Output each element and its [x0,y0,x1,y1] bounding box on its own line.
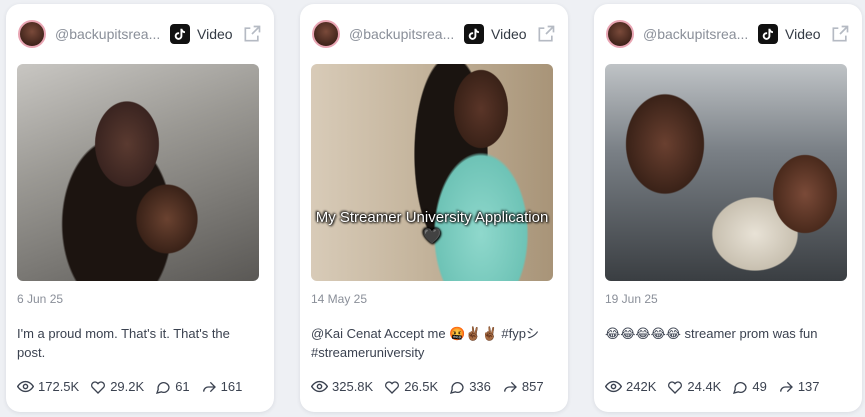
post-caption: I'm a proud mom. That's it. That's the p… [17,326,230,360]
tiktok-icon [758,24,778,44]
comment-icon [156,381,170,394]
comment-icon [733,381,748,394]
views-count: 172.5K [38,379,80,394]
creator-handle[interactable]: @backupitsrea... [55,26,161,42]
heart-icon [385,380,400,394]
comments-stat: 336 [449,379,491,395]
likes-count: 26.5K [404,379,439,394]
post-caption: 😂😂😂😂😂 streamer prom was fun [605,326,818,341]
post-date: 14 May 25 [311,292,368,306]
post-stats: 172.5K 29.2K 61 161 [17,378,253,395]
card-header: @backupitsrea... Video [606,18,850,50]
comments-count: 49 [752,379,767,394]
external-link-icon[interactable] [242,24,262,44]
avatar[interactable] [312,20,340,48]
post-stats: 325.8K 26.5K 336 857 [311,378,555,395]
shares-stat: 161 [201,379,243,395]
video-overlay-text: My Streamer University Application 🖤 [315,209,549,245]
views-stat: 172.5K [17,378,79,395]
post-card[interactable]: @backupitsrea... Video 19 Jun 25 😂😂😂😂😂 s… [594,4,862,412]
external-link-icon[interactable] [830,24,850,44]
post-stats: 242K 24.4K 49 137 [605,378,831,395]
shares-count: 857 [521,379,544,394]
platform-label: Video [491,26,527,42]
platform-label: Video [785,26,821,42]
views-stat: 325.8K [311,378,373,395]
heart-icon [91,380,106,394]
comment-icon [450,381,464,394]
tiktok-icon [170,24,190,44]
views-count: 242K [626,379,657,394]
avatar[interactable] [606,20,634,48]
post-date: 19 Jun 25 [605,292,658,306]
video-thumbnail[interactable]: My Streamer University Application 🖤 [311,64,553,281]
video-thumbnail[interactable] [17,64,259,281]
comments-count: 61 [175,379,190,394]
post-caption: @Kai Cenat Accept me 🤬✌🏾✌🏾 #fypシ #stream… [311,326,539,360]
views-stat: 242K [605,378,656,395]
shares-stat: 137 [778,379,820,395]
comments-count: 336 [469,379,491,394]
platform-label: Video [197,26,233,42]
shares-stat: 857 [502,379,544,395]
shares-count: 161 [220,379,243,394]
post-card[interactable]: @backupitsrea... Video 6 Jun 25 I'm a pr… [6,4,274,412]
avatar[interactable] [18,20,46,48]
likes-count: 24.4K [687,379,722,394]
likes-stat: 24.4K [667,379,721,395]
share-icon [779,381,793,392]
likes-count: 29.2K [110,379,145,394]
share-icon [202,381,216,392]
comments-stat: 61 [155,379,190,395]
eye-icon [17,380,34,393]
post-grid: @backupitsrea... Video 6 Jun 25 I'm a pr… [0,0,865,417]
external-link-icon[interactable] [536,24,556,44]
heart-icon [668,380,683,394]
post-date: 6 Jun 25 [17,292,64,306]
views-count: 325.8K [332,379,374,394]
comments-stat: 49 [732,379,767,395]
card-header: @backupitsrea... Video [18,18,262,50]
tiktok-icon [464,24,484,44]
eye-icon [311,380,328,393]
post-card[interactable]: @backupitsrea... Video My Streamer Unive… [300,4,568,412]
creator-handle[interactable]: @backupitsrea... [643,26,749,42]
eye-icon [605,380,622,393]
likes-stat: 26.5K [384,379,438,395]
card-header: @backupitsrea... Video [312,18,556,50]
likes-stat: 29.2K [90,379,144,395]
video-thumbnail[interactable] [605,64,847,281]
creator-handle[interactable]: @backupitsrea... [349,26,455,42]
share-icon [503,381,517,392]
shares-count: 137 [797,379,820,394]
